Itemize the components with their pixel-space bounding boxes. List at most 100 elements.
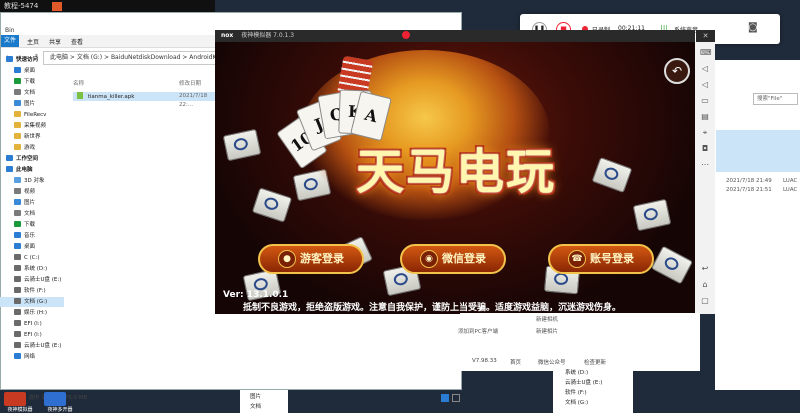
folder-documents[interactable]: 文档 — [250, 402, 261, 410]
nav-item[interactable]: 下载 — [0, 220, 64, 230]
nav-item[interactable]: 下载 — [0, 77, 64, 87]
app-shortcut-icon[interactable] — [52, 2, 62, 11]
emulator-title: 夜神模拟器 7.0.1.3 — [241, 32, 295, 39]
column-header: 名称 修改日期 — [73, 79, 213, 89]
date-column-header[interactable]: 修改日期 — [179, 79, 201, 87]
nav-item[interactable]: 图片 — [0, 99, 64, 109]
nav-item[interactable]: 图片 — [0, 198, 64, 208]
drive-item[interactable]: 文档 (G:) — [565, 398, 588, 406]
nav-item-label: 文档 (G:) — [24, 299, 48, 305]
ribbon-tab-view[interactable]: 查看 — [71, 37, 83, 46]
nav-item[interactable]: 快速访问 — [0, 55, 64, 65]
nav-item-label: 系统 (D:) — [24, 266, 48, 272]
nav-item-label: 云骑士U盘 (E:) — [24, 343, 62, 349]
drive-item[interactable]: 软件 (F:) — [565, 388, 587, 396]
screen-icon[interactable]: ▭ — [700, 96, 710, 106]
nav-item-icon — [14, 298, 21, 304]
guest-login-label: 游客登录 — [300, 252, 344, 265]
app-version: V7.98.33 — [472, 358, 497, 364]
drive-item[interactable]: 云骑士U盘 (E:) — [565, 378, 602, 386]
nav-item[interactable]: 云骑士U盘 (E:) — [0, 341, 64, 351]
nav-item[interactable]: 桌面 — [0, 66, 64, 76]
nav-item[interactable]: 网络 — [0, 352, 64, 362]
camera-icon[interactable]: ◙ — [748, 22, 758, 33]
nav-item-icon — [14, 177, 21, 183]
ribbon-tab-home[interactable]: 主页 — [27, 37, 39, 46]
ribbon-tab-share[interactable]: 共享 — [49, 37, 61, 46]
more-icon[interactable]: ⋯ — [700, 160, 710, 170]
nav-item[interactable]: 游戏 — [0, 143, 64, 153]
nav-item-icon — [14, 89, 21, 95]
nox-app-icon[interactable] — [4, 392, 26, 406]
menu-item-2[interactable]: 新建相片 — [536, 327, 558, 335]
close-icon[interactable]: ✕ — [696, 30, 715, 42]
drive-item[interactable]: 系统 (D:) — [565, 368, 588, 376]
android-recents-icon[interactable]: ▢ — [700, 296, 710, 306]
guest-login-button[interactable]: ● 游客登录 — [258, 244, 364, 274]
account-login-label: 账号登录 — [590, 252, 634, 265]
right-date-2: 2021/7/18 21:51 — [726, 187, 772, 193]
nav-item[interactable]: 娱乐 (H:) — [0, 308, 64, 318]
nav-item[interactable]: EFI (I:) — [0, 330, 64, 340]
nav-item-icon — [14, 67, 21, 73]
file-row[interactable]: tianma_killer.apk 2021/7/18 22:... — [73, 92, 215, 108]
wechat-login-button[interactable]: ◉ 微信登录 — [400, 244, 506, 274]
nav-item[interactable]: 采集视频 — [0, 121, 64, 131]
nox-multi-icon[interactable] — [44, 392, 66, 406]
nav-item-icon — [14, 133, 21, 139]
bottom-folder-panel: 图片 文档 — [240, 390, 288, 413]
nav-item[interactable]: 文档 (G:) — [0, 297, 64, 307]
android-back-icon[interactable]: ↩ — [700, 264, 710, 274]
wechat-account-link[interactable]: 微信公众号 — [538, 358, 566, 366]
nav-item-label: 桌面 — [24, 68, 36, 74]
android-home-icon[interactable]: ⌂ — [700, 280, 710, 290]
menu-item-3[interactable]: 添加到PC客户端 — [458, 327, 498, 335]
search-input[interactable]: 搜索"File" — [753, 93, 798, 105]
nav-item[interactable]: 桌面 — [0, 242, 64, 252]
nav-item[interactable]: 3D 对象 — [0, 176, 64, 186]
location-icon[interactable]: ⌖ — [700, 128, 710, 138]
nav-item[interactable]: 文档 — [0, 209, 64, 219]
nav-item-icon — [14, 342, 21, 348]
apk-install-icon[interactable]: ▤ — [700, 112, 710, 122]
file-name: tianma_killer.apk — [87, 94, 135, 100]
emulator-titlebar: nox 夜神模拟器 7.0.1.3 — [215, 30, 695, 42]
background-explorer-window — [715, 60, 800, 390]
folder-pictures[interactable]: 图片 — [250, 392, 261, 400]
nav-item-icon — [14, 199, 21, 205]
nav-item[interactable]: 工作空间 — [0, 154, 64, 164]
menu-item-1[interactable]: 新建相机 — [536, 315, 558, 323]
nav-item-label: 图片 — [24, 101, 36, 107]
nav-item[interactable]: 文档 — [0, 88, 64, 98]
details-view-icon[interactable] — [441, 394, 449, 402]
nav-item[interactable]: 新世界 — [0, 132, 64, 142]
ribbon-tab-file[interactable]: 文件 — [1, 35, 19, 47]
home-link[interactable]: 首页 — [510, 358, 521, 366]
nav-item-icon — [14, 78, 21, 84]
right-type-1: LUAC — [783, 178, 798, 184]
nav-item-label: 桌面 — [24, 244, 36, 250]
nav-item-icon — [14, 210, 21, 216]
check-update-link[interactable]: 检查更新 — [584, 358, 606, 366]
nav-item[interactable]: 软件 (F:) — [0, 286, 64, 296]
name-column-header[interactable]: 名称 — [73, 81, 84, 87]
exit-icon[interactable]: ↶ — [664, 58, 690, 84]
nav-item[interactable]: C (C:) — [0, 253, 64, 263]
volume-down-icon[interactable]: ◁ — [700, 80, 710, 90]
nav-item[interactable]: EFI (I:) — [0, 319, 64, 329]
tiles-view-icon[interactable] — [452, 394, 460, 402]
nav-item-label: 下载 — [24, 222, 36, 228]
nav-item[interactable]: 此电脑 — [0, 165, 64, 175]
wechat-icon: ◉ — [420, 250, 438, 268]
nav-item[interactable]: 云骑士U盘 (E:) — [0, 275, 64, 285]
nav-item-icon — [6, 155, 13, 161]
mouse-cursor-icon — [402, 31, 410, 39]
keyboard-icon[interactable]: ⌨ — [700, 48, 712, 58]
nav-item[interactable]: FileRecv — [0, 110, 64, 120]
account-login-button[interactable]: ☎ 账号登录 — [548, 244, 654, 274]
volume-up-icon[interactable]: ◁ — [700, 64, 710, 74]
nav-item[interactable]: 音乐 — [0, 231, 64, 241]
nav-item[interactable]: 系统 (D:) — [0, 264, 64, 274]
screenshot-icon[interactable]: ◘ — [700, 144, 710, 154]
nav-item[interactable]: 视频 — [0, 187, 64, 197]
